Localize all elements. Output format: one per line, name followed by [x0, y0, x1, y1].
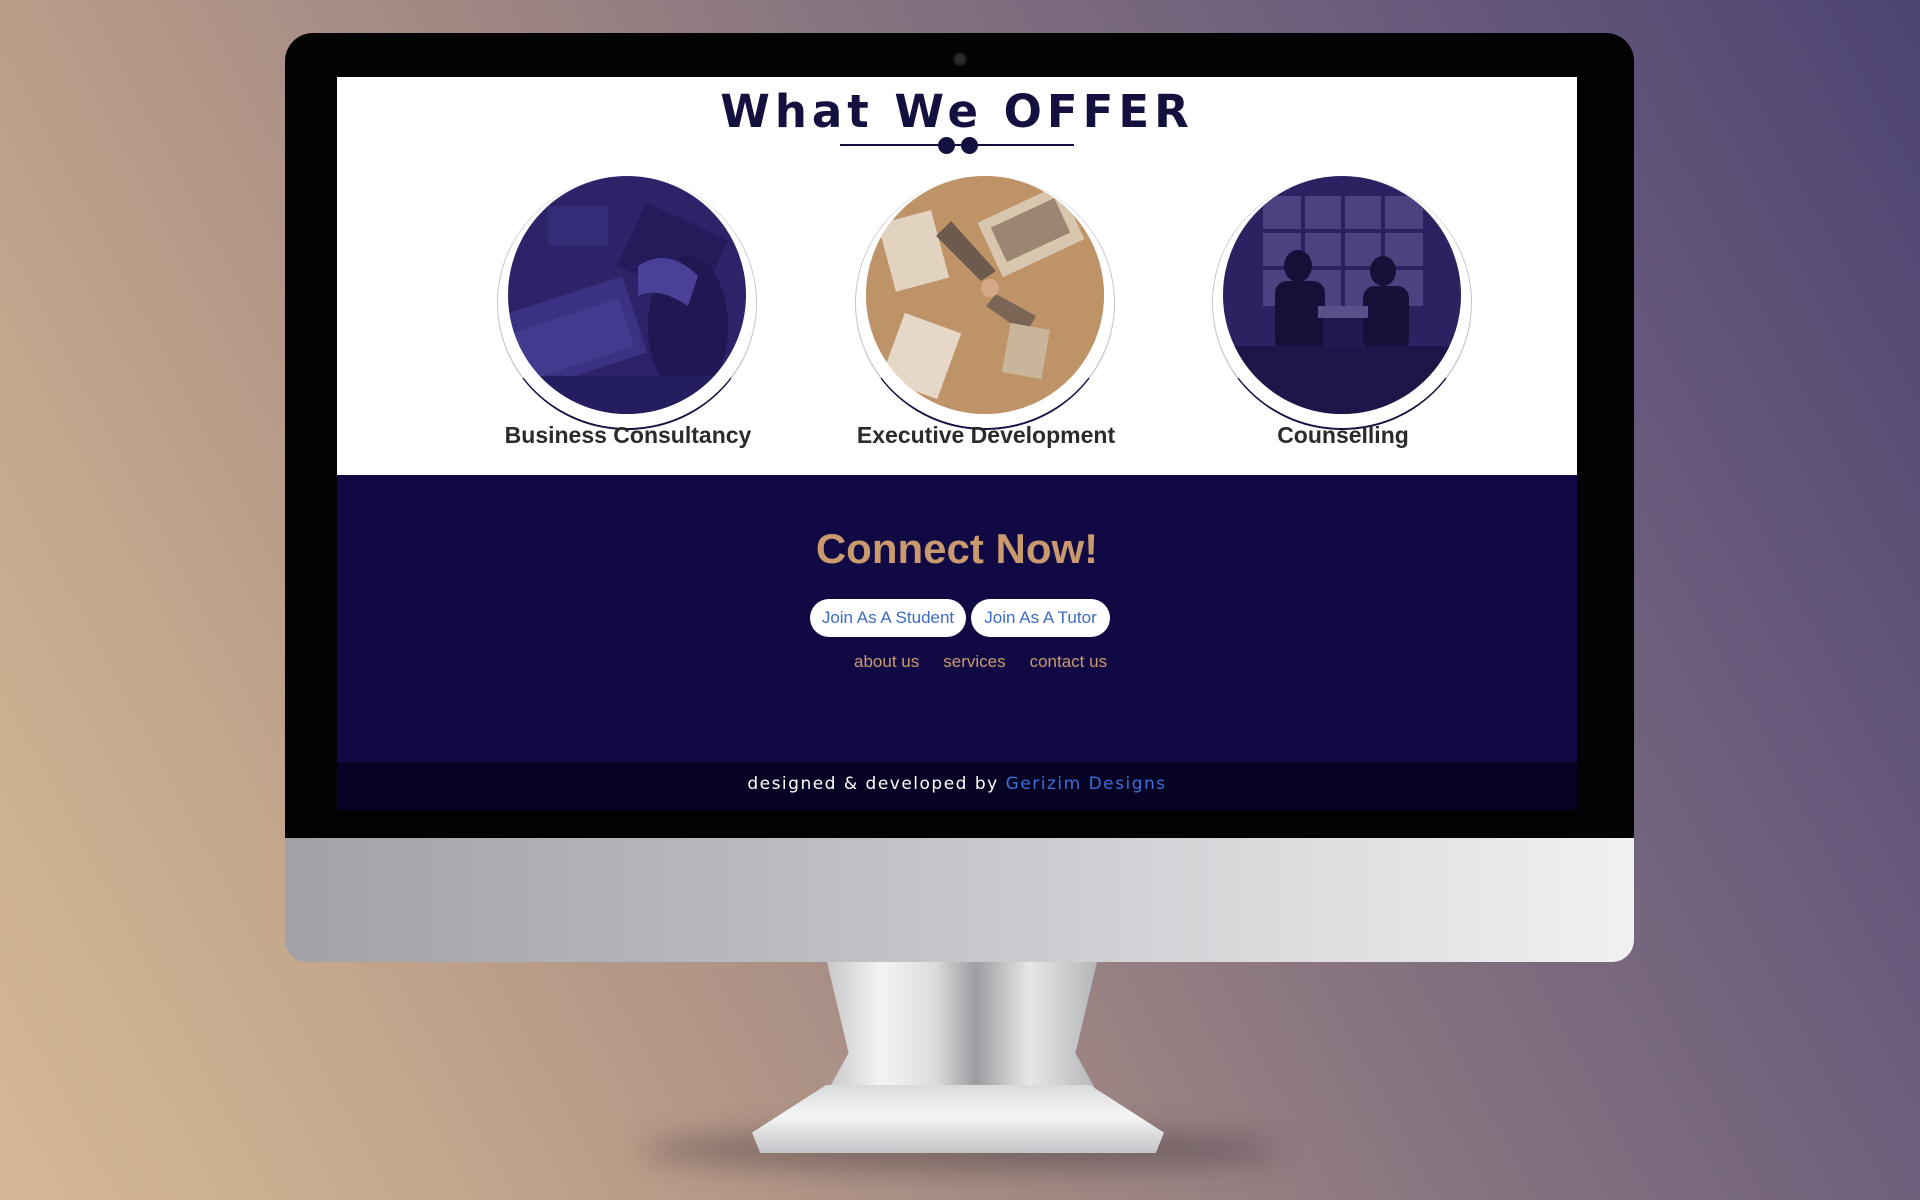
monitor-stand-neck — [827, 962, 1097, 1092]
divider-dot — [938, 137, 955, 154]
monitor-stand-base — [752, 1085, 1164, 1153]
credit-bar: designed & developed by Gerizim Designs — [337, 762, 1577, 810]
offer-section: What We OFFER Business Consultancy Execu… — [337, 77, 1577, 475]
connect-section: Connect Now! Join As A Student Join As A… — [337, 475, 1577, 762]
handshake-desk-photo — [866, 176, 1104, 414]
monitor-chin — [285, 838, 1634, 962]
meeting-room-photo — [1223, 176, 1461, 414]
title-divider — [840, 134, 1074, 156]
contact-us-link[interactable]: contact us — [1030, 652, 1108, 676]
camera-icon — [953, 52, 967, 66]
laptop-desk-photo — [508, 176, 746, 414]
footer-nav: about us services contact us — [854, 652, 1107, 676]
divider-dot — [961, 137, 978, 154]
credit-link[interactable]: Gerizim Designs — [1006, 774, 1167, 794]
service-label: Executive Development — [856, 422, 1116, 448]
connect-title: Connect Now! — [815, 525, 1099, 572]
join-as-student-button[interactable]: Join As A Student — [810, 599, 966, 637]
offer-title: What We OFFER — [720, 85, 1194, 138]
about-us-link[interactable]: about us — [854, 652, 919, 676]
services-link[interactable]: services — [943, 652, 1005, 676]
monitor-screen: What We OFFER Business Consultancy Execu… — [337, 77, 1577, 810]
credit-text: designed & developed by — [747, 774, 1006, 794]
join-as-tutor-button[interactable]: Join As A Tutor — [971, 599, 1110, 637]
service-label: Counselling — [1277, 422, 1409, 448]
service-label: Business Consultancy — [504, 422, 752, 448]
service-card-executive-development[interactable]: Executive Development — [806, 176, 1126, 466]
divider-line — [840, 144, 1074, 146]
service-card-counselling[interactable]: Counselling — [1163, 176, 1483, 466]
service-card-business-consultancy[interactable]: Business Consultancy — [448, 176, 768, 466]
